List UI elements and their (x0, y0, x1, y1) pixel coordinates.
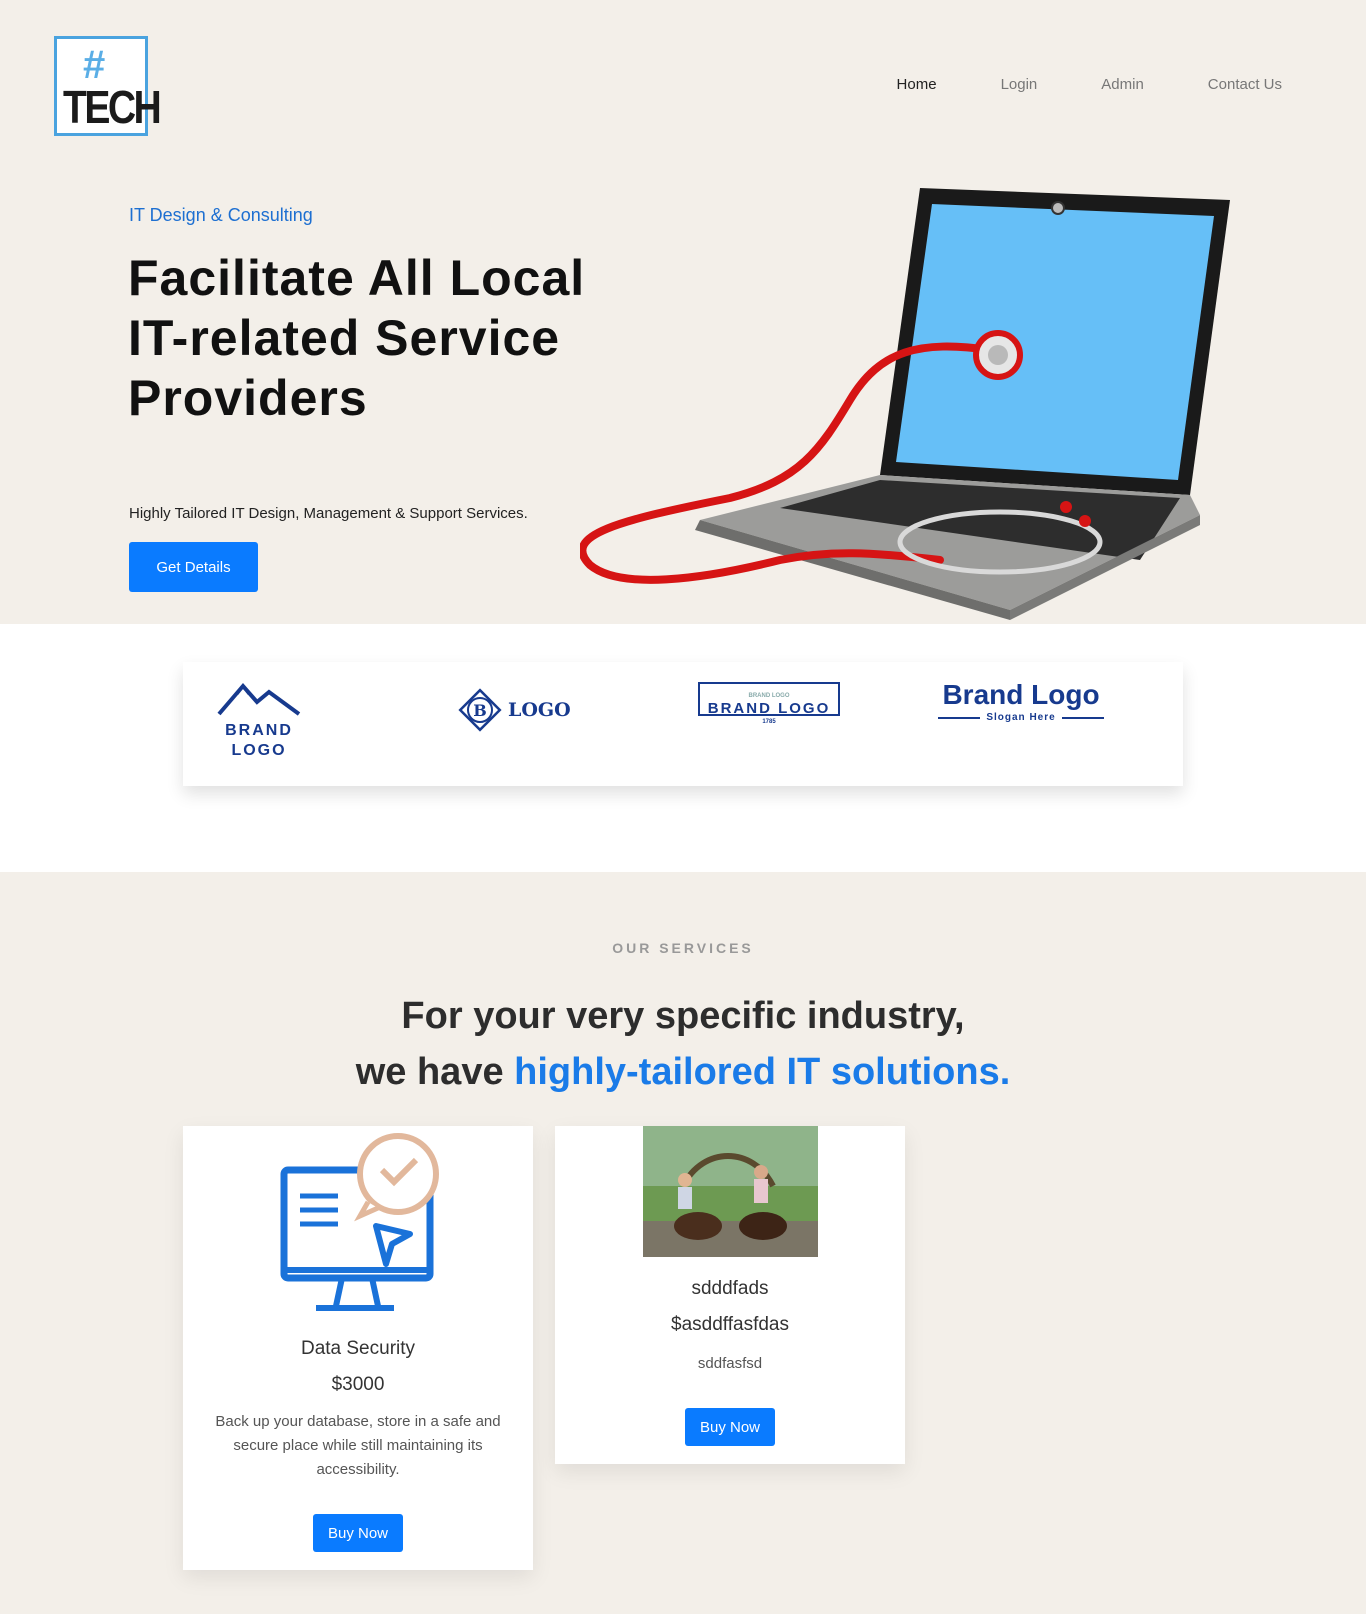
monitor-icon (280, 1133, 439, 1311)
logo-hash: # (83, 43, 106, 87)
services-label: OUR SERVICES (612, 940, 754, 956)
service-description: Back up your database, store in a safe a… (215, 1413, 501, 1478)
services-heading-accent: highly-tailored IT solutions. (514, 1051, 1011, 1093)
brand4-slogan: Slogan Here (986, 712, 1056, 723)
brand-logo-b: B LOGO (458, 688, 571, 732)
site-header: # TECH Home Login Admin Contact Us (0, 0, 1366, 160)
main-nav: Home Login Admin Contact Us (833, 76, 1282, 93)
logo-text: TECH (63, 81, 162, 133)
brand2-text: LOGO (508, 699, 571, 721)
brand3-top: BRAND LOGO (744, 692, 794, 700)
nav-contact[interactable]: Contact Us (1208, 76, 1282, 93)
brand1-line1: BRAND (225, 722, 293, 739)
service-price: $3000 (331, 1374, 385, 1395)
brand-logo-boxed: BRAND LOGO BRAND LOGO 1785 (698, 682, 840, 725)
service-name: sdddfads (691, 1278, 769, 1299)
services-heading-line1: For your very specific industry, (401, 995, 965, 1037)
services-heading: For your very specific industry, we have… (0, 988, 1366, 1100)
diamond-b-icon: B (458, 688, 502, 732)
services-heading-prefix: we have (355, 1051, 515, 1093)
brand1-line2: LOGO (231, 742, 287, 759)
service-name: Data Security (300, 1338, 416, 1359)
hero-tagline: IT Design & Consulting (129, 205, 313, 225)
product-photo (643, 1126, 818, 1257)
brand-logos-card: BRAND LOGO B LOGO BRAND LOGO BRAND LOGO … (183, 662, 1183, 786)
hero-subtitle: Highly Tailored IT Design, Management & … (129, 505, 528, 522)
hero-title: Facilitate All Local IT-related Service … (128, 250, 586, 426)
brand3-year: 1785 (762, 719, 776, 725)
brand4-main: Brand Logo (942, 679, 1100, 710)
brand-logo-mountain: BRAND LOGO (217, 680, 301, 761)
nav-login[interactable]: Login (1001, 76, 1038, 93)
laptop-stethoscope-illustration (580, 188, 1230, 620)
service-price: $asddffasfdas (671, 1314, 789, 1335)
service-card: sdddfads $asddffasfdas sddfasfsd Buy Now (555, 1126, 905, 1464)
nav-home[interactable]: Home (897, 76, 937, 93)
tech-logo[interactable]: # TECH (54, 36, 162, 136)
buy-now-button[interactable]: Buy Now (685, 1408, 775, 1446)
service-card: Data Security $3000 Back up your databas… (183, 1126, 533, 1570)
brand-logos-section: BRAND LOGO B LOGO BRAND LOGO BRAND LOGO … (0, 624, 1366, 872)
brand3-main: BRAND LOGO (707, 700, 831, 717)
buy-now-button[interactable]: Buy Now (313, 1514, 403, 1552)
brand-logo-slogan: Brand Logo Slogan Here (938, 678, 1105, 723)
service-description: sddfasfsd (697, 1355, 763, 1372)
nav-admin[interactable]: Admin (1101, 76, 1144, 93)
svg-text:B: B (473, 701, 487, 720)
mountain-icon (217, 682, 301, 716)
get-details-button[interactable]: Get Details (129, 542, 258, 592)
